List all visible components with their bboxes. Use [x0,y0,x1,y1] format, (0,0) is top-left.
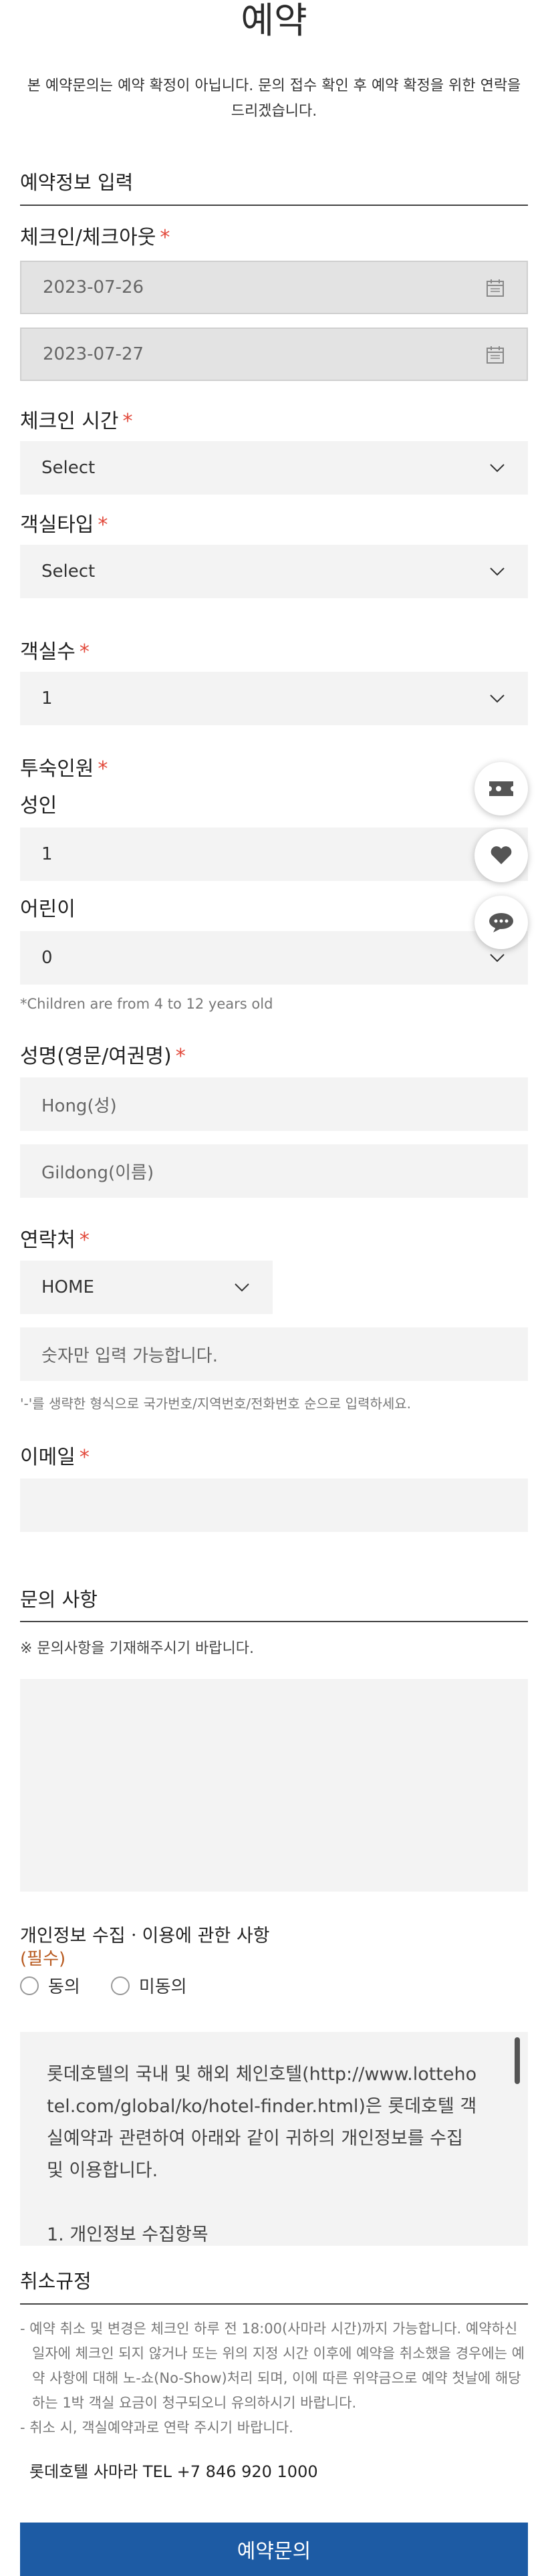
privacy-text-box[interactable]: 롯데호텔의 국내 및 해외 체인호텔(http://www.lottehotel… [20,2032,528,2246]
section-title-cancellation: 취소규정 [20,2270,92,2293]
privacy-required: (필수) [20,1949,66,1969]
children-select[interactable]: 0 [20,931,528,985]
radio-agree[interactable] [20,1976,39,1995]
adults-select[interactable]: 1 [20,827,528,881]
checkin-time-value: Select [41,458,96,478]
checkin-date-field[interactable]: 2023-07-26 [20,261,528,314]
adults-label: 성인 [20,794,57,817]
children-label: 어린이 [20,898,76,921]
chevron-down-icon [490,694,505,703]
checkin-date-value: 2023-07-26 [43,277,144,297]
wishlist-button[interactable] [474,829,528,882]
room-count-select[interactable]: 1 [20,672,528,725]
room-type-select[interactable]: Select [20,545,528,598]
cancellation-item: - 예약 취소 및 변경은 체크인 하루 전 18:00(사마라 시간)까지 가… [20,2321,525,2411]
section-divider [20,205,528,206]
privacy-disagree-option[interactable]: 미동의 [110,1973,187,1998]
chevron-down-icon [235,1283,249,1292]
calendar-icon [487,346,504,364]
submit-inquiry-button[interactable]: 예약문의 [20,2523,528,2576]
inquiry-textarea[interactable] [20,1679,528,1892]
inquiry-note: ※ 문의사항을 기재해주시기 바랍니다. [20,1640,255,1657]
phone-number-input[interactable]: 숫자만 입력 가능합니다. [20,1327,528,1381]
privacy-title: 개인정보 수집ㆍ이용에 관한 사항 [20,1926,270,1946]
privacy-item: 1. 개인정보 수집항목 [47,2224,209,2245]
name-label: 성명(영문/여권명) * [20,1045,186,1068]
section-divider [20,1621,528,1622]
chat-button[interactable] [474,896,528,949]
ticket-button[interactable] [474,762,528,815]
disagree-label: 미동의 [138,1977,187,1997]
last-name-input[interactable]: Hong(성) [20,1077,528,1131]
agree-label: 동의 [48,1977,80,1997]
adults-value: 1 [41,844,53,864]
email-input[interactable] [20,1478,528,1532]
room-type-value: Select [41,561,96,582]
chevron-down-icon [490,954,505,962]
chat-icon [489,913,513,932]
reservation-notice: 본 예약문의는 예약 확정이 아닙니다. 문의 접수 확인 후 예약 확정을 위… [27,78,521,120]
room-type-label: 객실타입 * [20,513,108,537]
room-count-value: 1 [41,688,53,709]
children-age-note: *Children are from 4 to 12 years old [20,996,273,1012]
heart-icon [491,846,512,864]
phone-label: 연락처 * [20,1229,90,1252]
calendar-icon [487,279,504,297]
checkin-checkout-label: 체크인/체크아웃 * [20,226,170,249]
chevron-down-icon [490,464,505,473]
ticket-icon [489,781,513,796]
chevron-down-icon [490,567,505,576]
guests-label: 투숙인원 * [20,757,108,781]
checkout-date-value: 2023-07-27 [43,344,144,364]
checkout-date-field[interactable]: 2023-07-27 [20,328,528,381]
privacy-text: 롯데호텔의 국내 및 해외 체인호텔(http://www.lottehotel… [47,2064,477,2181]
children-value: 0 [41,948,53,968]
page-title: 예약 [241,0,307,41]
cancellation-list: - 예약 취소 및 변경은 체크인 하루 전 18:00(사마라 시간)까지 가… [20,2317,528,2440]
checkin-time-label: 체크인 시간 * [20,410,133,433]
email-label: 이메일 * [20,1446,90,1469]
section-divider [20,2303,528,2305]
privacy-agree-option[interactable]: 동의 [20,1973,80,1998]
phone-type-value: HOME [41,1277,94,1297]
radio-disagree[interactable] [110,1976,130,1995]
first-name-placeholder: Gildong(이름) [41,1162,154,1183]
section-title-reservation: 예약정보 입력 [20,171,134,194]
last-name-placeholder: Hong(성) [41,1096,117,1116]
phone-placeholder: 숫자만 입력 가능합니다. [41,1345,218,1366]
phone-type-select[interactable]: HOME [20,1261,273,1314]
privacy-consent-radios: 동의 미동의 [20,1973,218,1998]
scrollbar-thumb[interactable] [515,2037,520,2084]
section-title-inquiry: 문의 사항 [20,1588,98,1611]
room-count-label: 객실수 * [20,640,90,664]
checkin-time-select[interactable]: Select [20,441,528,495]
first-name-input[interactable]: Gildong(이름) [20,1144,528,1198]
hotel-contact: 롯데호텔 사마라 TEL +7 846 920 1000 [29,2462,318,2481]
phone-format-note: '-'를 생략한 형식으로 국가번호/지역번호/전화번호 순으로 입력하세요. [20,1396,412,1412]
cancellation-item: - 취소 시, 객실예약과로 연락 주시기 바랍니다. [20,2420,293,2436]
